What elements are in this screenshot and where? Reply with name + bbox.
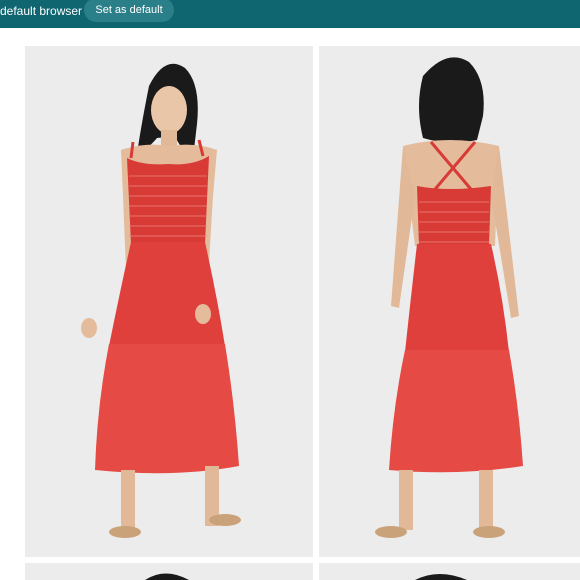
photo-4-illustration (415, 574, 467, 580)
dress-back-illustration (375, 57, 523, 538)
set-default-browser-banner: default browser Set as default (0, 0, 580, 28)
product-photo-back[interactable] (319, 46, 580, 557)
set-as-default-button[interactable]: Set as default (84, 0, 174, 22)
product-photo-4[interactable] (319, 563, 580, 580)
dress-front-illustration (81, 63, 241, 538)
banner-message: default browser (0, 4, 83, 18)
photo-3-illustration (145, 573, 189, 580)
product-photo-front[interactable] (25, 46, 313, 557)
product-photo-3[interactable] (25, 563, 313, 580)
clipped-page-text (34, 22, 37, 30)
